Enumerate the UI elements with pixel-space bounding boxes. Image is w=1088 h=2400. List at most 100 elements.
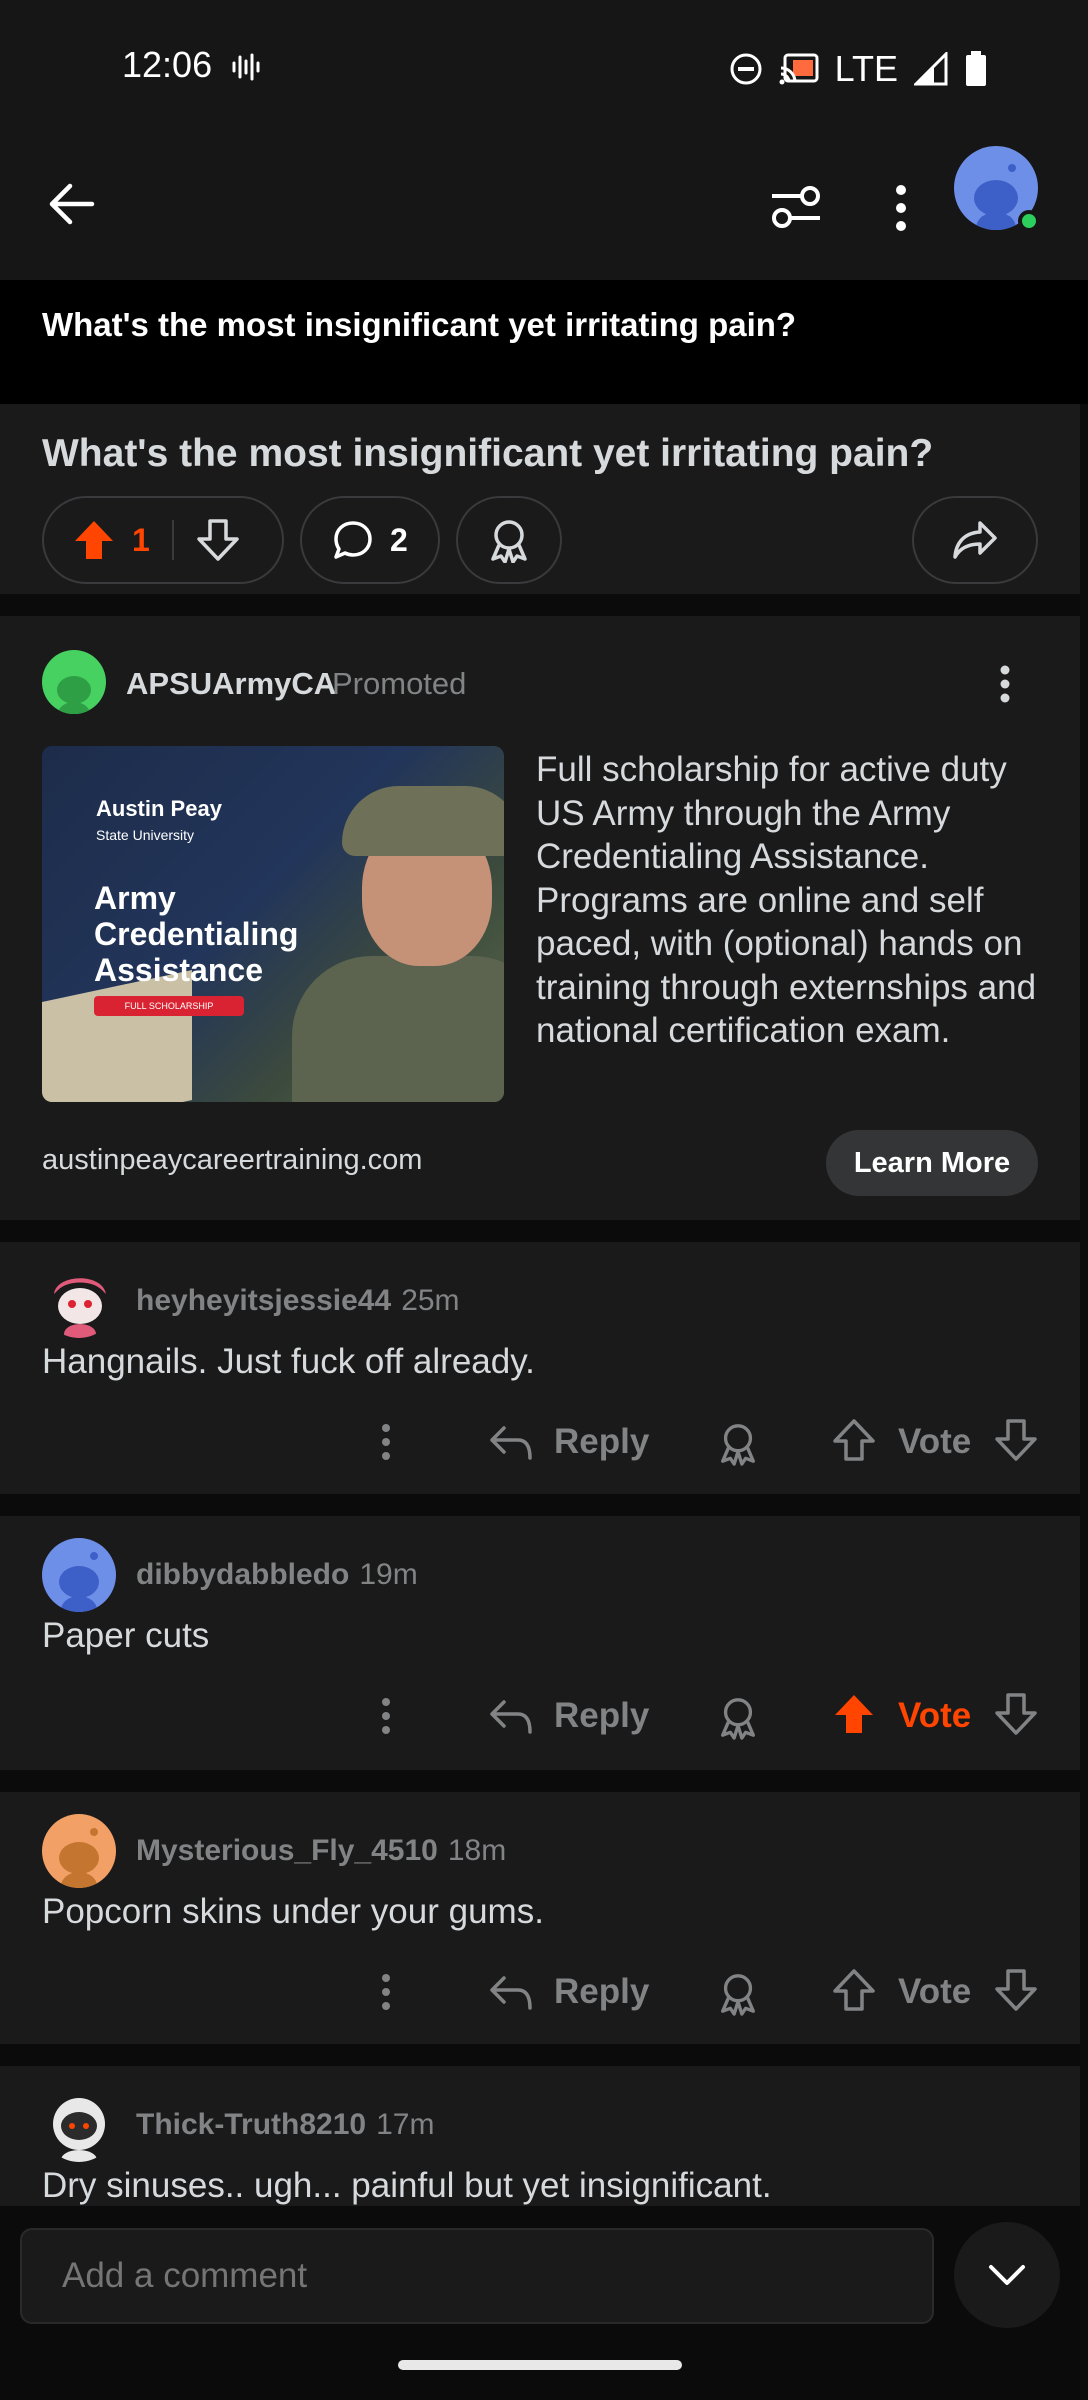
post-comment-count: 2 [390,521,408,558]
add-comment-input[interactable] [20,2228,934,2324]
comment-item: dibbydabbledo 19m Paper cuts Reply Vote [0,1516,1080,1770]
sticky-post-title: What's the most insignificant yet irrita… [42,306,797,343]
ad-image-badge: FULL SCHOLARSHIP [94,996,244,1016]
comment-more-icon[interactable] [374,1420,398,1464]
post-header: What's the most insignificant yet irrita… [0,404,1080,594]
commenter-avatar[interactable] [42,2088,116,2162]
comment-age: 17m [376,2108,435,2141]
reply-button[interactable]: Reply [554,1696,649,1736]
reply-icon[interactable] [488,1694,534,1738]
award-icon [491,520,527,563]
signal-icon [914,52,948,86]
divider [0,1494,1080,1516]
comment-bubble-icon [334,521,372,559]
status-time: 12:06 [122,44,213,85]
voice-wave-icon [232,53,260,81]
divider [0,2044,1080,2066]
award-icon[interactable] [716,1694,760,1740]
comment-author: heyheyitsjessie44 25m [136,1284,460,1318]
chevron-down-icon [989,2265,1025,2285]
vote-label: Vote [898,1422,972,1461]
comment-username[interactable]: Thick-Truth8210 [136,2108,366,2141]
more-options-icon[interactable] [886,180,916,236]
comment-more-icon[interactable] [374,1694,398,1738]
status-icons: LTE [729,48,988,90]
comment-actions: Reply Vote [0,1686,1080,1746]
sort-filter-icon[interactable] [768,182,824,232]
upvote-icon-active[interactable] [832,1692,876,1736]
promoted-label: Promoted [332,666,467,701]
post-share-button[interactable] [912,496,1038,584]
vote-separator [171,520,174,560]
battery-icon [966,51,986,86]
ad-image-title: Army Credentialing Assistance [94,880,299,988]
comment-username[interactable]: Mysterious_Fly_4510 [136,1834,438,1867]
ad-domain-link[interactable]: austinpeaycareertraining.com [42,1144,422,1177]
snoo-avatar-icon [57,676,91,714]
ad-image-laptop [42,970,192,1102]
vote-label: Vote [898,1972,972,2011]
app-bar [0,130,1088,280]
online-indicator [1018,210,1040,232]
comment-more-icon[interactable] [374,1970,398,2014]
ad-image-brand: Austin Peay State University [96,796,222,848]
advertiser-avatar[interactable] [42,650,106,714]
award-icon[interactable] [716,1970,760,2016]
ad-image-soldier-cap [342,786,504,856]
award-icon[interactable] [716,1420,760,1466]
reply-icon[interactable] [488,1420,534,1464]
downvote-icon[interactable] [994,1968,1038,2012]
comment-author: dibbydabbledo 19m [136,1558,418,1592]
collapse-button[interactable] [954,2222,1060,2328]
post-award-button[interactable] [456,496,562,584]
reply-button[interactable]: Reply [554,1422,649,1462]
divider [0,594,1080,616]
reply-icon[interactable] [488,1970,534,2014]
commenter-avatar[interactable] [42,1264,116,1338]
ad-image-soldier-body [292,956,504,1102]
avatar-image-icon [54,1278,106,1338]
upvote-icon[interactable] [72,518,116,562]
comment-author: Mysterious_Fly_4510 18m [136,1834,506,1868]
downvote-icon[interactable] [196,518,240,562]
comment-body: Dry sinuses.. ugh... painful but yet ins… [42,2166,772,2205]
post-vote-control: 1 [42,496,284,584]
comment-item: Mysterious_Fly_4510 18m Popcorn skins und… [0,1792,1080,2044]
cast-icon [779,53,819,85]
back-arrow-icon[interactable] [44,176,100,232]
sticky-post-title-bar[interactable]: What's the most insignificant yet irrita… [0,280,1088,404]
network-label: LTE [834,48,898,89]
upvote-icon[interactable] [832,1968,876,2012]
ad-more-options-icon[interactable] [990,662,1020,706]
downvote-icon[interactable] [994,1418,1038,1462]
commenter-avatar[interactable] [42,1538,116,1612]
comment-actions: Reply Vote [0,1962,1080,2022]
comment-actions: Reply Vote [0,1412,1080,1472]
advertiser-name[interactable]: APSUArmyCA [126,666,336,702]
ad-image[interactable]: Austin Peay State University Army Creden… [42,746,504,1102]
share-icon [953,521,997,559]
comment-username[interactable]: dibbydabbledo [136,1558,349,1591]
vote-label: Vote [898,1696,972,1735]
comment-item: heyheyitsjessie44 25m Hangnails. Just fuc… [0,1242,1080,1494]
snoo-avatar-icon [59,1552,99,1612]
ad-description: Full scholarship for active duty US Army… [536,750,1037,1050]
ad-image-brand-line2: State University [96,827,195,843]
downvote-icon[interactable] [994,1692,1038,1736]
comment-age: 19m [359,1558,418,1591]
reply-button[interactable]: Reply [554,1972,649,2012]
gesture-home-bar[interactable] [398,2360,682,2370]
astronaut-avatar-icon [53,2098,105,2162]
promoted-ad-card[interactable]: APSUArmyCA Promoted Austin Peay State Un… [0,616,1080,1220]
upvote-icon[interactable] [832,1418,876,1462]
post-comments-button[interactable]: 2 [300,496,440,584]
comment-body: Paper cuts [42,1616,210,1655]
snoo-avatar-icon [59,1828,99,1888]
commenter-avatar[interactable] [42,1814,116,1888]
divider [0,1770,1080,1792]
learn-more-button[interactable]: Learn More [826,1130,1038,1196]
do-not-disturb-icon [730,53,762,85]
comment-age: 25m [401,1284,460,1317]
comment-age: 18m [447,1834,507,1867]
comment-username[interactable]: heyheyitsjessie44 [136,1284,391,1317]
